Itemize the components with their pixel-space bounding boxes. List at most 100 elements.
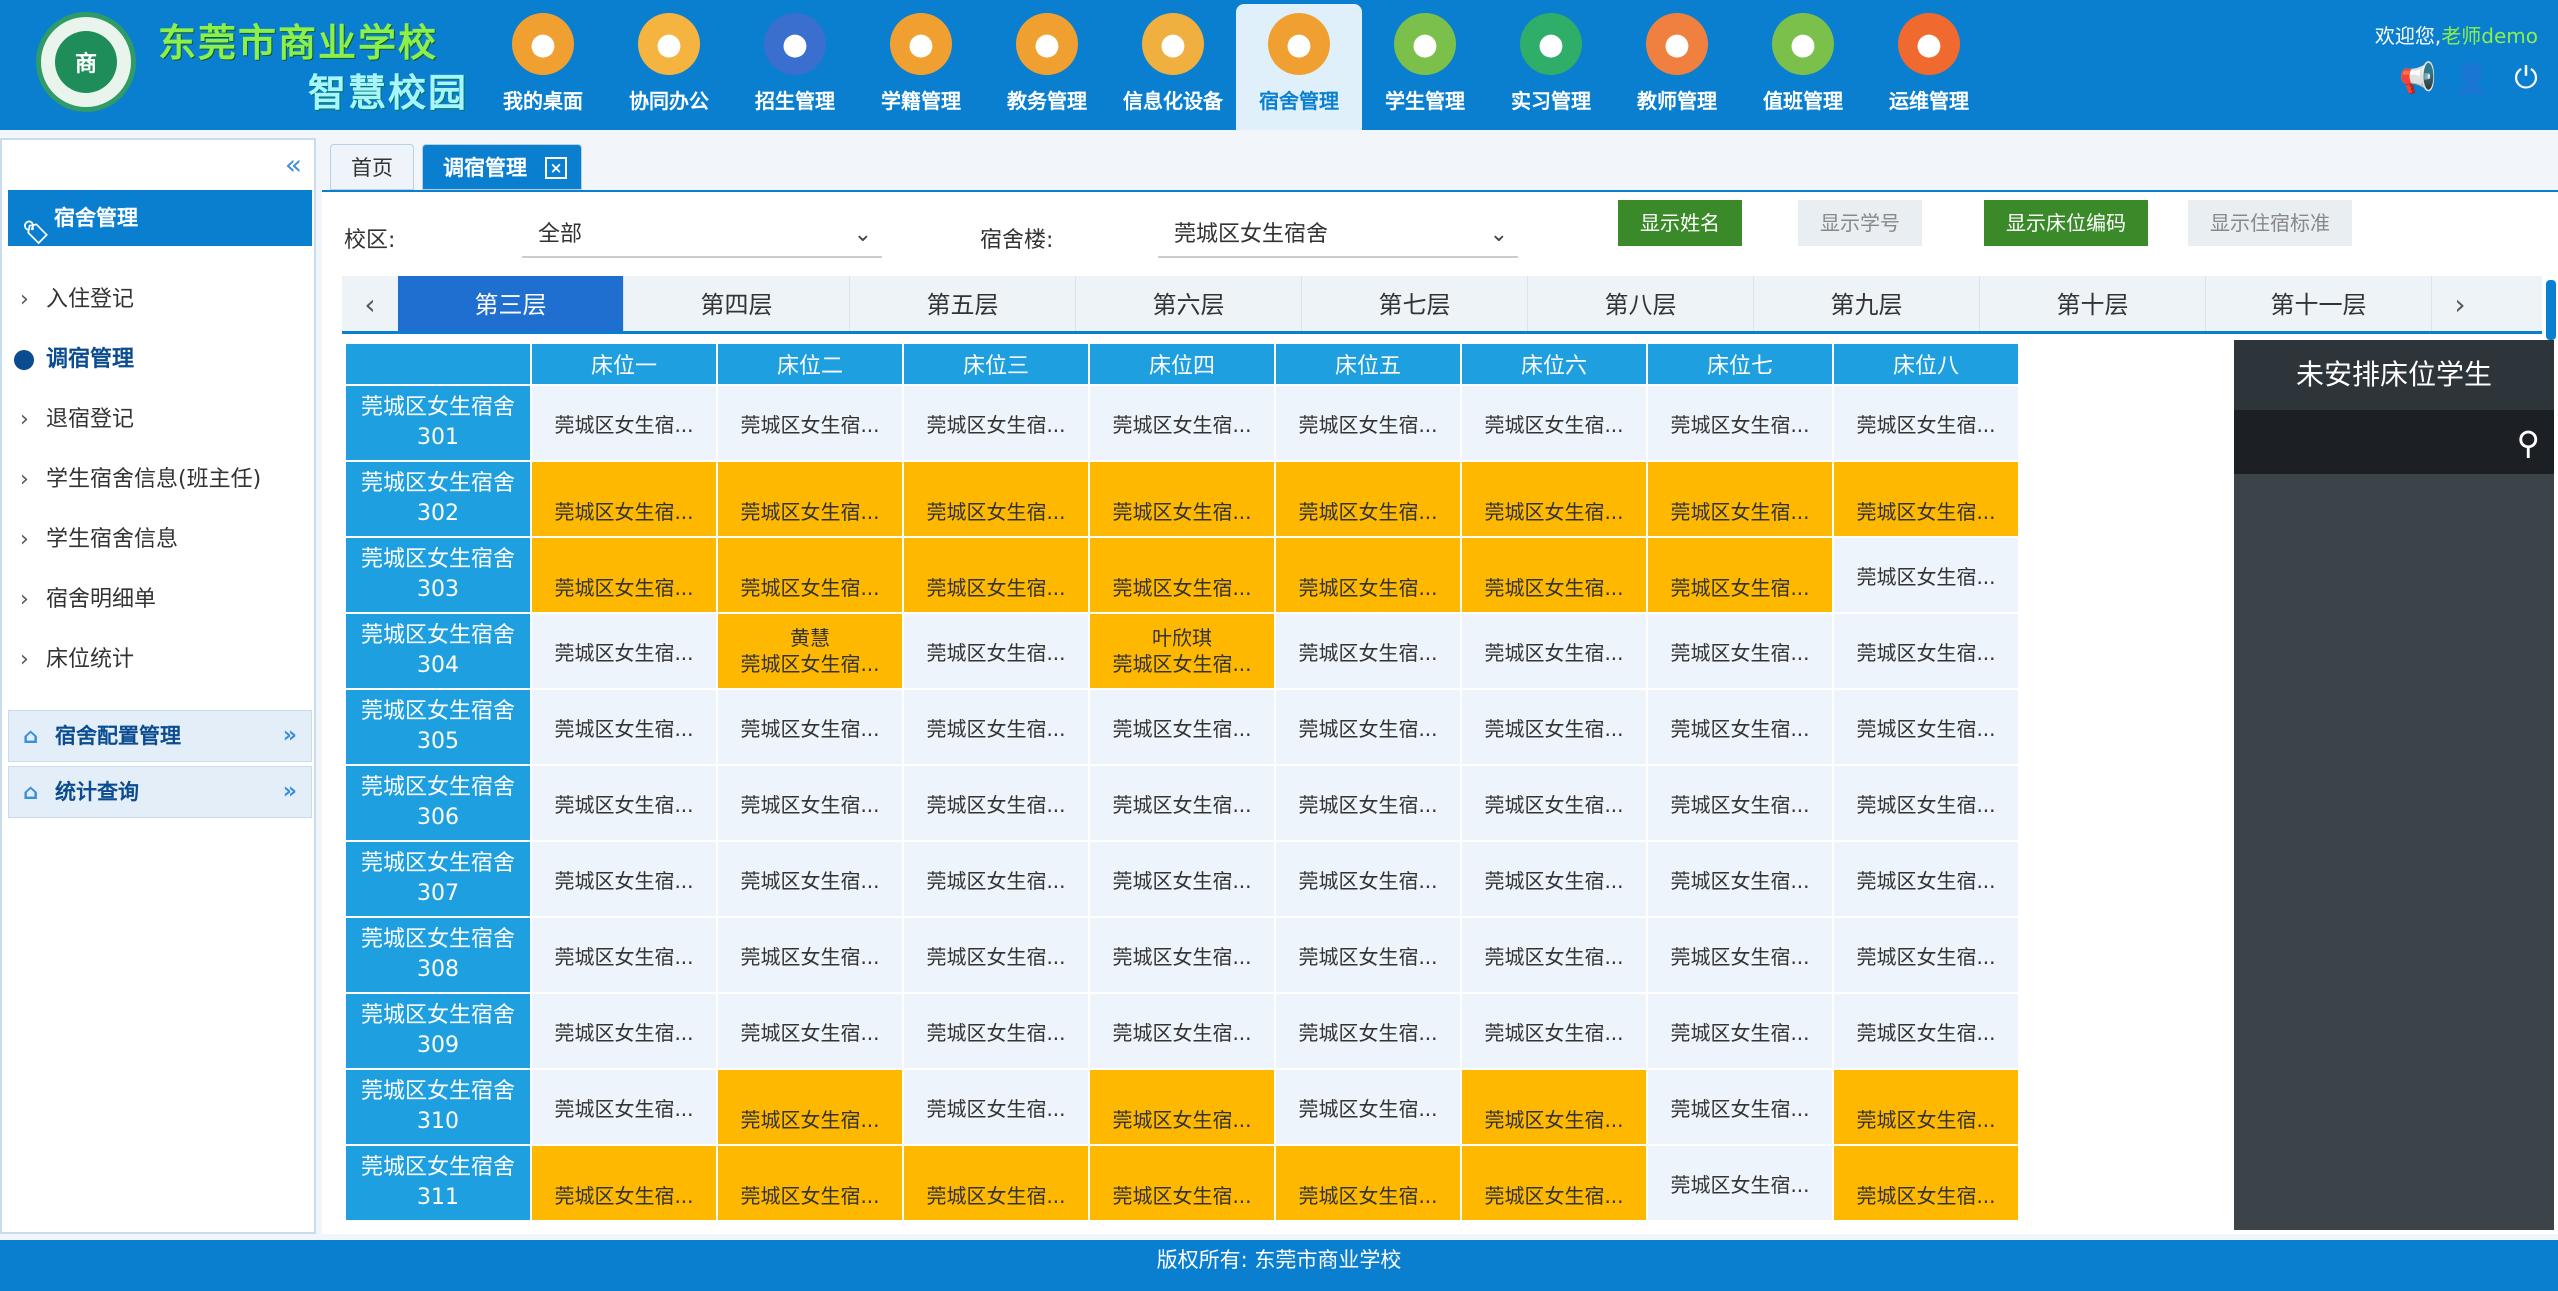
bed-cell-empty[interactable]: 莞城区女生宿... xyxy=(902,384,1090,462)
bed-cell-occupied[interactable]: 莞城区女生宿... xyxy=(902,536,1090,614)
sidebar-section-dorm[interactable]: 🏷 宿舍管理 xyxy=(8,190,312,246)
bed-cell-occupied[interactable]: 莞城区女生宿... xyxy=(1460,1144,1648,1222)
nav-item-6[interactable]: ● 宿舍管理 xyxy=(1236,4,1362,130)
bed-cell-empty[interactable]: 莞城区女生宿... xyxy=(1832,536,2020,614)
bed-cell-empty[interactable]: 莞城区女生宿... xyxy=(1832,840,2020,918)
bed-cell-occupied[interactable]: 黄慧 莞城区女生宿... xyxy=(716,612,904,690)
bed-cell-empty[interactable]: 莞城区女生宿... xyxy=(1274,612,1462,690)
bed-cell-empty[interactable]: 莞城区女生宿... xyxy=(1646,992,1834,1070)
floor-tab-5[interactable]: 第八层 xyxy=(1528,276,1754,331)
bed-cell-empty[interactable]: 莞城区女生宿... xyxy=(1646,1068,1834,1146)
bed-cell-empty[interactable]: 莞城区女生宿... xyxy=(902,916,1090,994)
bed-cell-empty[interactable]: 莞城区女生宿... xyxy=(1088,840,1276,918)
floor-prev-icon[interactable]: ‹ xyxy=(342,276,398,331)
nav-item-1[interactable]: ● 协同办公 xyxy=(606,0,732,130)
power-icon[interactable]: ⏻ xyxy=(2508,60,2544,96)
bed-cell-occupied[interactable]: 莞城区女生宿... xyxy=(716,1068,904,1146)
bed-cell-empty[interactable]: 莞城区女生宿... xyxy=(1274,688,1462,766)
bed-cell-empty[interactable]: 莞城区女生宿... xyxy=(1646,840,1834,918)
user-icon[interactable]: 👤 xyxy=(2453,60,2490,96)
nav-item-8[interactable]: ● 实习管理 xyxy=(1488,0,1614,130)
bed-cell-occupied[interactable]: 莞城区女生宿... xyxy=(1646,536,1834,614)
floor-tab-6[interactable]: 第九层 xyxy=(1754,276,1980,331)
bed-cell-occupied[interactable]: 莞城区女生宿... xyxy=(902,1144,1090,1222)
bed-cell-empty[interactable]: 莞城区女生宿... xyxy=(530,916,718,994)
bed-cell-occupied[interactable]: 莞城区女生宿... xyxy=(1460,460,1648,538)
bed-cell-occupied[interactable]: 莞城区女生宿... xyxy=(1460,1068,1648,1146)
sidebar-item-6[interactable]: › 床位统计 xyxy=(2,630,314,690)
bed-cell-empty[interactable]: 莞城区女生宿... xyxy=(1646,764,1834,842)
bed-cell-empty[interactable]: 莞城区女生宿... xyxy=(716,840,904,918)
bed-cell-occupied[interactable]: 莞城区女生宿... xyxy=(716,536,904,614)
bed-cell-occupied[interactable]: 莞城区女生宿... xyxy=(1460,536,1648,614)
floor-tab-3[interactable]: 第六层 xyxy=(1076,276,1302,331)
floor-tab-4[interactable]: 第七层 xyxy=(1302,276,1528,331)
sidebar-item-3[interactable]: › 学生宿舍信息(班主任) xyxy=(2,450,314,510)
bed-cell-empty[interactable]: 莞城区女生宿... xyxy=(530,384,718,462)
sidebar-item-1[interactable]: 调宿管理 xyxy=(2,330,314,390)
bed-cell-empty[interactable]: 莞城区女生宿... xyxy=(1646,688,1834,766)
floor-tab-2[interactable]: 第五层 xyxy=(850,276,1076,331)
bed-cell-empty[interactable]: 莞城区女生宿... xyxy=(902,764,1090,842)
bed-cell-empty[interactable]: 莞城区女生宿... xyxy=(1088,688,1276,766)
bed-cell-empty[interactable]: 莞城区女生宿... xyxy=(1088,916,1276,994)
campus-select[interactable]: 全部 ⌄ xyxy=(522,212,882,258)
bed-cell-occupied[interactable]: 莞城区女生宿... xyxy=(902,460,1090,538)
toggle-show-student-id[interactable]: 显示学号 xyxy=(1798,200,1922,246)
bed-cell-empty[interactable]: 莞城区女生宿... xyxy=(1832,384,2020,462)
floor-tab-8[interactable]: 第十一层 xyxy=(2206,276,2432,331)
sidebar-item-2[interactable]: › 退宿登记 xyxy=(2,390,314,450)
bed-cell-empty[interactable]: 莞城区女生宿... xyxy=(716,764,904,842)
nav-item-7[interactable]: ● 学生管理 xyxy=(1362,0,1488,130)
close-tab-icon[interactable]: × xyxy=(545,157,567,179)
bed-cell-empty[interactable]: 莞城区女生宿... xyxy=(902,992,1090,1070)
bed-cell-empty[interactable]: 莞城区女生宿... xyxy=(1832,612,2020,690)
bed-cell-empty[interactable]: 莞城区女生宿... xyxy=(1088,992,1276,1070)
bed-cell-empty[interactable]: 莞城区女生宿... xyxy=(1088,384,1276,462)
bed-cell-empty[interactable]: 莞城区女生宿... xyxy=(716,916,904,994)
bed-cell-empty[interactable]: 莞城区女生宿... xyxy=(902,840,1090,918)
floor-tab-7[interactable]: 第十层 xyxy=(1980,276,2206,331)
bed-cell-empty[interactable]: 莞城区女生宿... xyxy=(1460,764,1648,842)
bed-cell-empty[interactable]: 莞城区女生宿... xyxy=(1460,612,1648,690)
bed-cell-occupied[interactable]: 莞城区女生宿... xyxy=(1088,536,1276,614)
bed-cell-empty[interactable]: 莞城区女生宿... xyxy=(1832,916,2020,994)
bed-cell-occupied[interactable]: 莞城区女生宿... xyxy=(1274,460,1462,538)
bed-cell-occupied[interactable]: 莞城区女生宿... xyxy=(1274,1144,1462,1222)
bed-cell-empty[interactable]: 莞城区女生宿... xyxy=(1460,840,1648,918)
bed-cell-empty[interactable]: 莞城区女生宿... xyxy=(1274,840,1462,918)
bed-cell-empty[interactable]: 莞城区女生宿... xyxy=(1088,764,1276,842)
tab-home[interactable]: 首页 xyxy=(330,144,414,190)
scrollbar[interactable] xyxy=(2546,280,2556,340)
unassigned-search[interactable]: ⚲ xyxy=(2234,410,2554,474)
bed-cell-occupied[interactable]: 莞城区女生宿... xyxy=(1832,1068,2020,1146)
tab-dorm-transfer[interactable]: 调宿管理 × xyxy=(422,144,582,190)
sidebar-group-dorm-config[interactable]: ⌂ 宿舍配置管理 » xyxy=(8,710,312,762)
bed-cell-empty[interactable]: 莞城区女生宿... xyxy=(716,992,904,1070)
sidebar-item-4[interactable]: › 学生宿舍信息 xyxy=(2,510,314,570)
bed-cell-occupied[interactable]: 莞城区女生宿... xyxy=(1646,460,1834,538)
nav-item-2[interactable]: ● 招生管理 xyxy=(732,0,858,130)
bed-cell-empty[interactable]: 莞城区女生宿... xyxy=(1460,384,1648,462)
nav-item-11[interactable]: ● 运维管理 xyxy=(1866,0,1992,130)
bed-cell-empty[interactable]: 莞城区女生宿... xyxy=(1646,916,1834,994)
bed-cell-empty[interactable]: 莞城区女生宿... xyxy=(716,384,904,462)
bed-cell-empty[interactable]: 莞城区女生宿... xyxy=(530,840,718,918)
bed-cell-empty[interactable]: 莞城区女生宿... xyxy=(530,992,718,1070)
search-icon[interactable]: ⚲ xyxy=(2517,424,2540,462)
building-select[interactable]: 莞城区女生宿舍 ⌄ xyxy=(1158,212,1518,258)
bed-cell-empty[interactable]: 莞城区女生宿... xyxy=(1646,384,1834,462)
bed-cell-occupied[interactable]: 莞城区女生宿... xyxy=(1088,1144,1276,1222)
bed-cell-empty[interactable]: 莞城区女生宿... xyxy=(1274,764,1462,842)
nav-item-4[interactable]: ● 教务管理 xyxy=(984,0,1110,130)
bed-cell-empty[interactable]: 莞城区女生宿... xyxy=(1274,916,1462,994)
bed-cell-occupied[interactable]: 莞城区女生宿... xyxy=(530,536,718,614)
megaphone-icon[interactable]: 📢 xyxy=(2399,60,2436,96)
bed-cell-empty[interactable]: 莞城区女生宿... xyxy=(530,1068,718,1146)
sidebar-item-0[interactable]: › 入住登记 xyxy=(2,270,314,330)
bed-cell-occupied[interactable]: 叶欣琪 莞城区女生宿... xyxy=(1088,612,1276,690)
username[interactable]: 老师demo xyxy=(2441,24,2538,48)
floor-tab-0[interactable]: 第三层 xyxy=(398,276,624,331)
bed-cell-empty[interactable]: 莞城区女生宿... xyxy=(716,688,904,766)
bed-cell-occupied[interactable]: 莞城区女生宿... xyxy=(1832,460,2020,538)
